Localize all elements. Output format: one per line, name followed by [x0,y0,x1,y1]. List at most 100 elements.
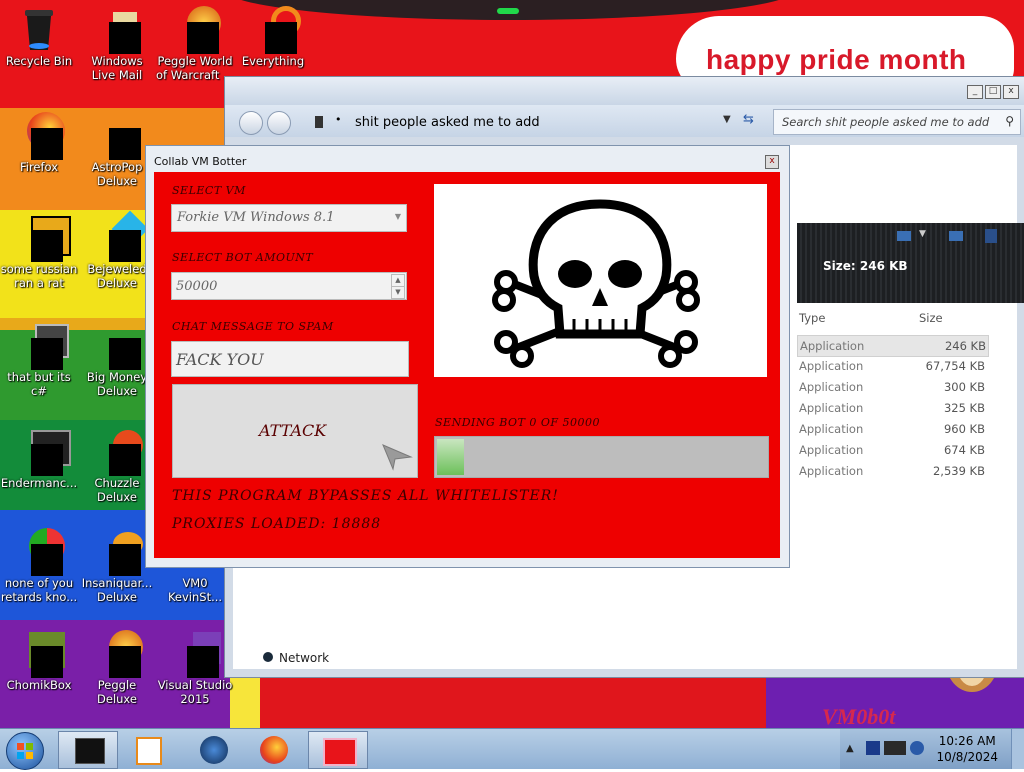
fish-icon [95,528,143,576]
chevron-up-icon[interactable]: ▲ [846,743,854,754]
folder-icon [315,116,323,128]
forward-button[interactable] [267,111,291,135]
bot-amount-label: SELECT BOT AMOUNT [172,251,314,264]
desktop-icon-some-russian[interactable]: some russian ran a rat [0,214,78,290]
explorer-icon [75,738,105,764]
desktop-icon-label: Insaniquar... Deluxe [81,576,153,604]
preview-pane-icon[interactable] [949,231,963,241]
file-row[interactable]: Application 67,754 KB [797,356,987,376]
column-header-size[interactable]: Size [919,311,943,325]
file-row[interactable]: Application 2,539 KB [797,461,987,481]
start-button[interactable] [6,732,44,770]
clock[interactable]: 10:26 AM 10/8/2024 [936,733,998,765]
system-tray: ▲ 10:26 AM 10/8/2024 [840,729,1024,769]
column-header-type[interactable]: Type [799,311,825,325]
bypass-text: THIS PROGRAM BYPASSES ALL WHITELISTER! [172,488,559,504]
desktop-icon-visual-studio[interactable]: Visual Studio 2015 [156,630,234,706]
chevron-down-icon[interactable]: ▼ [919,229,926,239]
minimize-button[interactable]: _ [967,85,983,99]
select-vm-label: SELECT VM [172,184,246,197]
chevron-down-icon: ▼ [394,212,401,221]
chat-message-value: FACK YOU [176,350,264,369]
file-size: 960 KB [943,422,985,436]
desktop-icon-label: that but its c# [7,370,71,398]
file-type: Application [799,401,864,415]
gem-icon [95,210,149,262]
banner-text: happy pride month [706,44,967,75]
chevron-down-icon[interactable]: ▼ [723,114,731,125]
taskbar-item-explorer[interactable] [58,731,118,769]
file-row[interactable]: Application 960 KB [797,419,987,439]
maximize-button[interactable]: □ [985,85,1001,99]
file-row[interactable]: Application 674 KB [797,440,987,460]
window-controls: _ □ x [967,85,1019,99]
desktop-icon-label: Visual Studio 2015 [157,678,233,706]
search-input[interactable]: Search shit people asked me to add ⚲ [773,109,1021,135]
search-icon [251,6,301,54]
view-icon[interactable] [897,231,911,241]
desktop-icon-endermanch[interactable]: Endermanc... [0,428,78,490]
money-bag-icon [95,322,141,370]
desktop-icon-label: Peggle World of Warcraft ... [156,54,234,82]
file-size: 300 KB [943,380,985,394]
watermark-text: VM0b0t [822,704,896,728]
desktop-icon-peggle-wow[interactable]: Peggle World of Warcraft ... [156,6,234,82]
explorer-titlebar[interactable] [225,77,1024,105]
chat-message-input[interactable]: FACK YOU [171,341,409,377]
visual-studio-icon [173,630,221,678]
recycle-bin-icon [17,6,61,50]
progress-label: SENDING BOT 0 OF 50000 [435,416,601,429]
battery-icon[interactable] [884,741,906,755]
desktop-icon-none-of-you[interactable]: none of you retards kno... [0,528,78,604]
file-row[interactable]: Application 300 KB [797,377,987,397]
file-type: Application [799,359,864,373]
address-bar-area: • shit people asked me to add ▼ ⇆ Search… [225,105,1024,137]
astropop-icon [95,112,141,160]
file-size: 2,539 KB [932,464,985,478]
desktop-icon-everything[interactable]: Everything [234,6,312,68]
volume-icon[interactable] [910,741,924,755]
close-button[interactable]: x [765,155,779,169]
show-desktop-button[interactable] [1011,729,1024,769]
address-path[interactable]: shit people asked me to add [355,115,540,130]
file-type: Application [800,339,865,353]
taskbar-item-media-player[interactable] [122,731,180,767]
console-icon [17,428,71,476]
bot-amount-stepper[interactable]: 50000 ▲ ▼ [171,272,407,300]
clock-time: 10:26 AM [938,734,996,748]
desktop-icon-label: ChomikBox [6,678,72,692]
taskbar: ▲ 10:26 AM 10/8/2024 [0,728,1024,770]
mail-icon [95,6,141,54]
search-icon[interactable]: ⚲ [1005,114,1014,128]
taskbar-item-app[interactable] [186,731,244,767]
file-size: 674 KB [943,443,985,457]
bot-amount-value: 50000 [176,279,218,294]
breadcrumb-arrow-icon: • [335,113,342,126]
desktop-icon-label: none of you retards kno... [0,576,78,604]
refresh-icon[interactable]: ⇆ [743,112,754,127]
chomikbox-icon [17,630,65,678]
desktop-icon-label: Firefox [19,160,59,174]
firefox-icon [260,736,288,764]
peggle-icon [95,630,143,678]
file-row[interactable]: Application 325 KB [797,398,987,418]
desktop-icon-firefox[interactable]: Firefox [0,112,78,174]
attack-button[interactable]: ATTACK [172,384,418,478]
taskbar-item-botter[interactable] [308,731,368,769]
desktop-icon-that-but-its-csharp[interactable]: that but its c# [0,322,78,398]
firefox-icon [17,112,65,160]
desktop-icon-windows-live-mail[interactable]: Windows Live Mail [78,6,156,82]
help-icon[interactable] [985,229,997,243]
vm-select[interactable]: Forkie VM Windows 8.1 ▼ [171,204,407,232]
taskbar-item-firefox[interactable] [246,731,304,767]
stepper-down-icon[interactable]: ▼ [391,286,405,299]
nav-item-network[interactable]: Network [263,651,329,665]
close-button[interactable]: x [1003,85,1019,99]
back-button[interactable] [239,111,263,135]
desktop-icon-recycle-bin[interactable]: Recycle Bin [0,6,78,68]
file-row[interactable]: Application 246 KB [797,335,989,357]
chuzzle-icon [95,428,143,476]
desktop-icon-peggle-deluxe[interactable]: Peggle Deluxe [78,630,156,706]
network-tray-icon[interactable] [866,741,880,755]
desktop-icon-chomikbox[interactable]: ChomikBox [0,630,78,692]
